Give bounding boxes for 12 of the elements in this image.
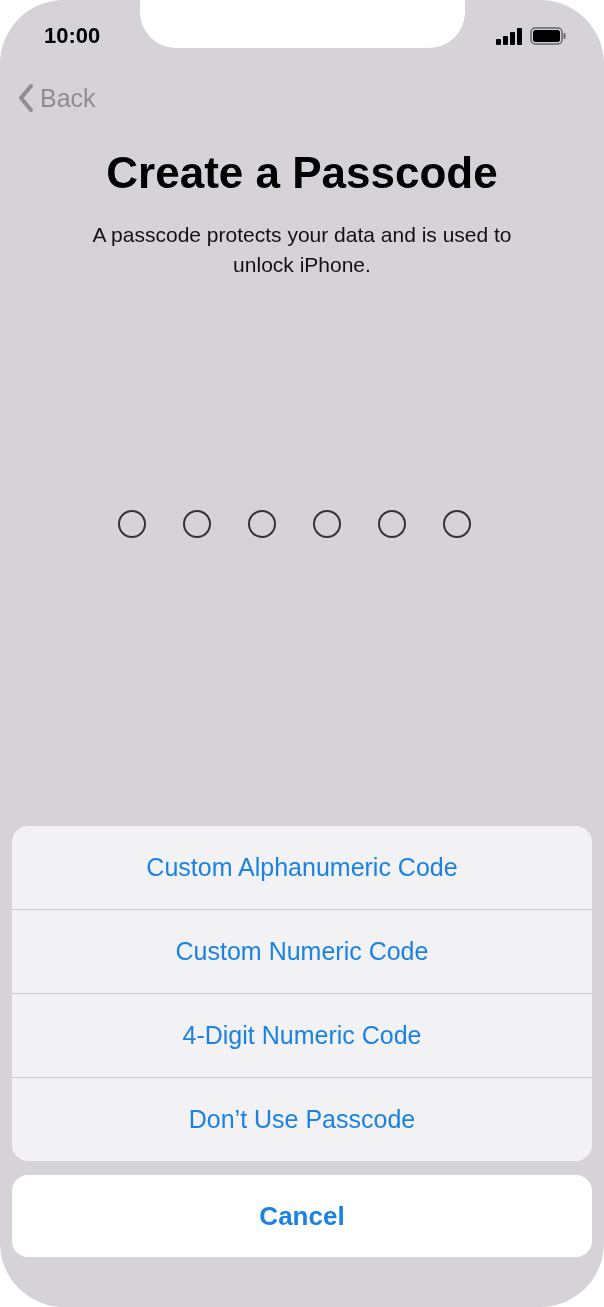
chevron-left-icon: [18, 83, 34, 113]
page-description: A passcode protects your data and is used to unlock iPhone.: [91, 222, 513, 278]
page-title: Create a Passcode: [105, 148, 499, 198]
signal-icon: [496, 27, 522, 45]
sheet-option[interactable]: 4-Digit Numeric Code: [12, 993, 592, 1077]
sheet-option[interactable]: Don’t Use Passcode: [12, 1077, 592, 1161]
battery-icon: [530, 27, 566, 45]
status-time: 10:00: [44, 23, 101, 49]
sheet-option[interactable]: Custom Alphanumeric Code: [12, 826, 592, 909]
sheet-option[interactable]: Custom Numeric Code: [12, 909, 592, 993]
cancel-button[interactable]: Cancel: [12, 1175, 592, 1257]
back-button[interactable]: Back: [18, 76, 96, 120]
